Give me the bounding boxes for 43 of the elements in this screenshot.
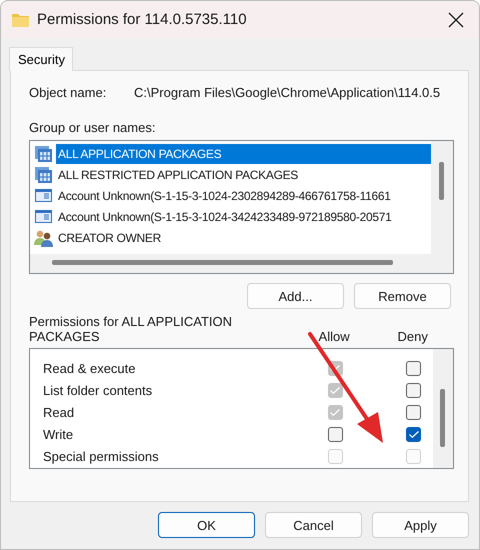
permissions-label: Permissions for ALL APPLICATION PACKAGES xyxy=(29,314,234,344)
close-icon xyxy=(448,12,464,28)
list-item[interactable]: Account Unknown(S-1-15-3-1024-2302894289-466761758-11661 xyxy=(56,186,393,206)
group-list[interactable]: ALL APPLICATION PACKAGES ALL RESTRICTED APPLICATION PACKAGES Account Unknown(S-1-15-3-1024-2302894289-466761758-11661 Account Unknown(S-1-15-3-1024-3424233489-972189580-20571 CREATOR OWNER xyxy=(29,140,454,274)
button[interactable]: OK xyxy=(158,512,255,538)
column-header: Deny xyxy=(396,329,429,344)
button[interactable]: Add... xyxy=(247,283,344,309)
permission-name: Read & execute xyxy=(42,360,137,376)
scrollbar-thumb[interactable] xyxy=(52,260,393,265)
list-item[interactable]: CREATOR OWNER xyxy=(56,228,163,248)
tab[interactable]: Security xyxy=(9,47,73,71)
folder-icon xyxy=(11,11,30,28)
package-icon xyxy=(34,166,53,184)
window-title: Permissions for 114.0.5735.110 xyxy=(37,11,248,28)
account-icon xyxy=(34,186,53,204)
checkbox[interactable] xyxy=(406,382,422,398)
list-item[interactable]: ALL RESTRICTED APPLICATION PACKAGES xyxy=(56,164,300,184)
checkbox[interactable] xyxy=(406,404,422,420)
object-name-label: Object name: xyxy=(29,85,108,100)
checkmark-icon xyxy=(330,364,340,372)
button[interactable]: Cancel xyxy=(265,512,362,538)
checkbox[interactable] xyxy=(328,426,343,442)
checkmark-icon xyxy=(330,386,340,394)
permission-name: Read xyxy=(42,404,76,420)
scrollbar-thumb[interactable] xyxy=(440,389,445,447)
permission-name: Special permissions xyxy=(42,448,160,464)
account-icon xyxy=(34,208,53,226)
checkmark-icon xyxy=(330,408,340,416)
permission-name: Write xyxy=(42,426,74,442)
button[interactable]: Apply xyxy=(372,512,469,538)
column-header: Allow xyxy=(318,329,351,344)
checkmark-icon xyxy=(408,430,419,438)
list-item[interactable]: Account Unknown(S-1-15-3-1024-3424233489-972189580-20571 xyxy=(56,206,394,226)
package-icon xyxy=(34,144,53,162)
permission-name: List folder contents xyxy=(42,382,154,398)
group-list-label: Group or user names: xyxy=(29,120,156,135)
object-name-value: C:\Program Files\Google\Chrome\Application\114.0.5 xyxy=(134,85,440,100)
users-icon xyxy=(34,228,53,246)
list-item[interactable]: ALL APPLICATION PACKAGES xyxy=(56,144,431,164)
scrollbar-thumb[interactable] xyxy=(439,162,444,200)
checkbox[interactable] xyxy=(406,360,422,376)
checkbox[interactable] xyxy=(406,426,422,442)
button[interactable]: Remove xyxy=(354,283,451,309)
